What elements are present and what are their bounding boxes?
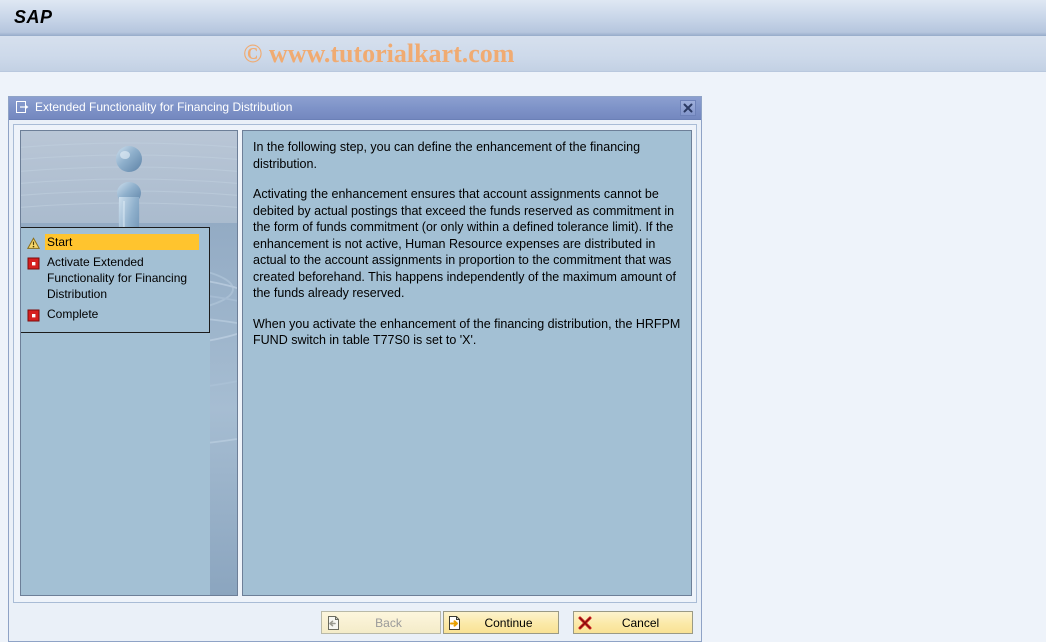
page-body: Extended Functionality for Financing Dis… bbox=[0, 72, 1046, 642]
roadmap-step-label: Activate Extended Functionality for Fina… bbox=[47, 255, 188, 301]
sap-header-bar: SAP bbox=[0, 0, 1046, 36]
dialog-button-bar: Back Continue Cancel bbox=[9, 609, 701, 641]
extended-functionality-dialog: Extended Functionality for Financing Dis… bbox=[8, 96, 702, 642]
roadmap-step-label: Complete bbox=[47, 307, 99, 321]
red-x-icon bbox=[577, 615, 593, 631]
page-left-arrow-icon bbox=[325, 615, 341, 631]
watermark-text: © www.tutorialkart.com bbox=[243, 39, 515, 68]
roadmap-step-label: Start bbox=[45, 234, 199, 250]
page-right-arrow-icon bbox=[447, 615, 463, 631]
sap-logo: SAP bbox=[14, 7, 53, 27]
cancel-button-label: Cancel bbox=[621, 615, 660, 630]
warning-triangle-icon bbox=[26, 237, 41, 250]
red-square-icon bbox=[27, 257, 40, 270]
dialog-titlebar: Extended Functionality for Financing Dis… bbox=[9, 97, 701, 120]
description-paragraph: In the following step, you can define th… bbox=[253, 140, 641, 171]
back-button[interactable]: Back bbox=[321, 611, 441, 634]
red-square-icon bbox=[27, 309, 40, 322]
roadmap-step-activate[interactable]: Activate Extended Functionality for Fina… bbox=[21, 252, 209, 304]
roadmap-step-start[interactable]: Start bbox=[21, 232, 209, 252]
description-text-panel: In the following step, you can define th… bbox=[242, 130, 692, 596]
watermark-band: © www.tutorialkart.com bbox=[0, 36, 1046, 72]
back-button-label: Back bbox=[375, 615, 402, 630]
roadmap-step-list: Start Activate Extended Functionality fo… bbox=[21, 227, 210, 333]
window-arrow-icon bbox=[16, 101, 30, 114]
description-paragraph: Activating the enhancement ensures that … bbox=[253, 187, 676, 300]
description-paragraph: When you activate the enhancement of the… bbox=[253, 316, 681, 348]
continue-button-label: Continue bbox=[484, 615, 533, 630]
roadmap-nav-panel: Start Activate Extended Functionality fo… bbox=[20, 130, 238, 596]
cancel-button[interactable]: Cancel bbox=[573, 611, 693, 634]
continue-button[interactable]: Continue bbox=[443, 611, 559, 634]
roadmap-step-complete[interactable]: Complete bbox=[21, 304, 209, 324]
close-icon[interactable] bbox=[680, 100, 696, 116]
dialog-title: Extended Functionality for Financing Dis… bbox=[35, 100, 293, 114]
dialog-content-area: Start Activate Extended Functionality fo… bbox=[13, 124, 697, 603]
